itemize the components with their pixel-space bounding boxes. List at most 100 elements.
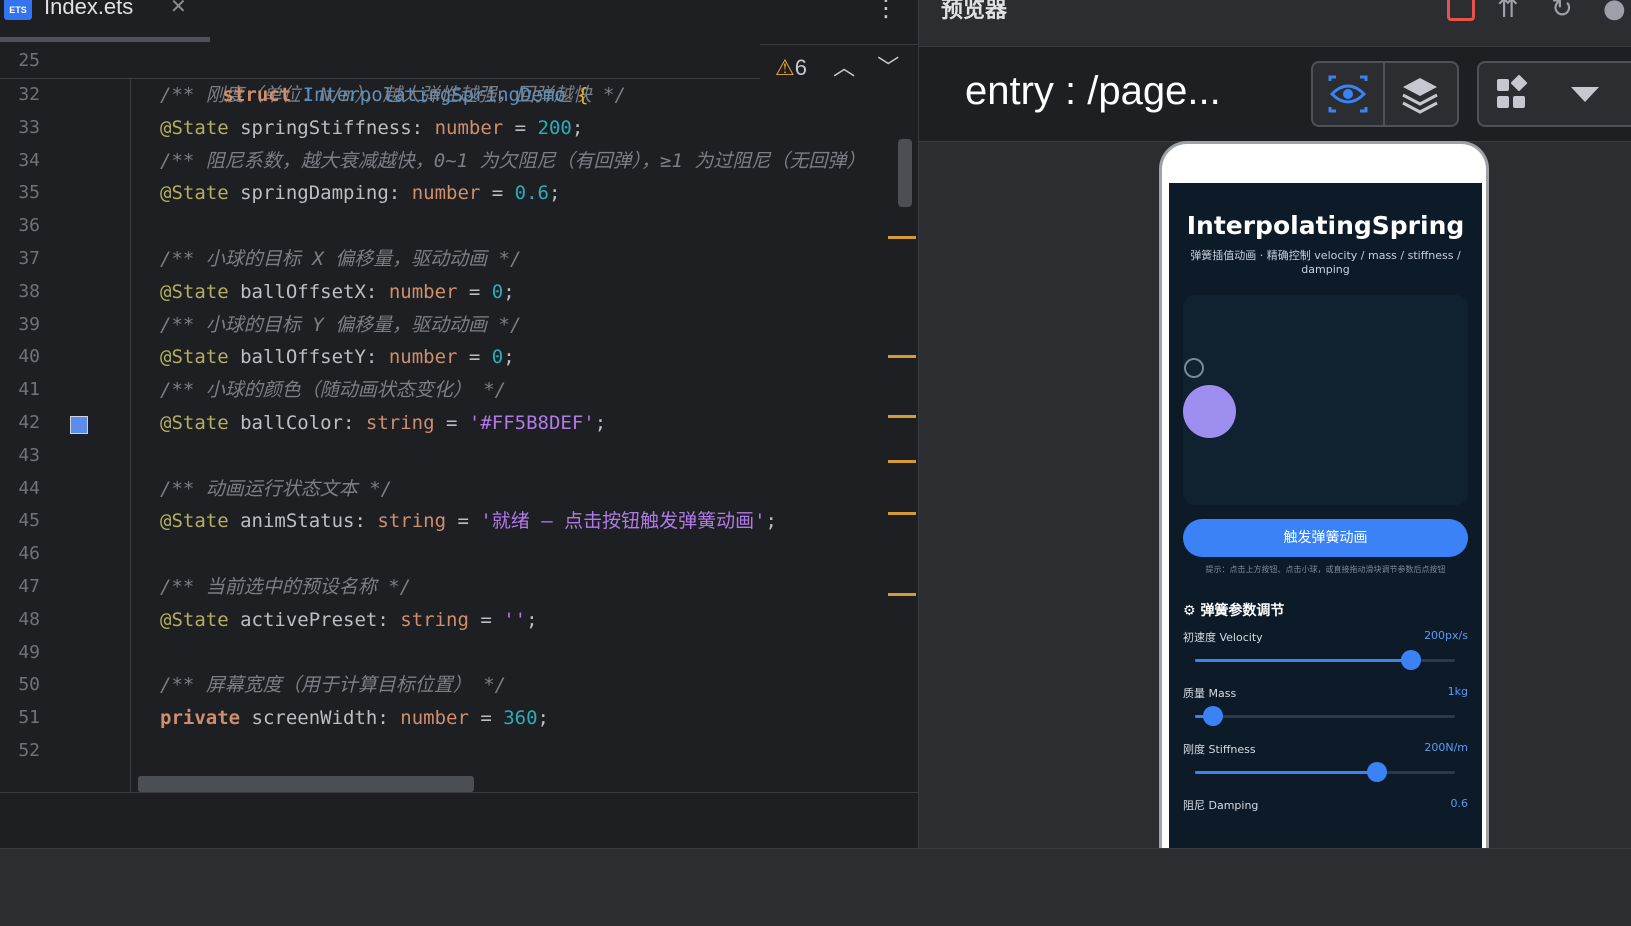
- tab-index-ets[interactable]: Index.ets: [44, 0, 133, 20]
- editor-tab-bar: ETS Index.ets ✕ ⋮: [0, 0, 918, 45]
- code-text: @State ballOffsetY: number = 0;: [160, 340, 515, 374]
- animation-stage[interactable]: [1183, 295, 1468, 505]
- error-stripe-marker[interactable]: [888, 593, 916, 596]
- code-line[interactable]: 46: [0, 537, 918, 571]
- punctuation: :: [354, 510, 378, 533]
- slider-knob[interactable]: [1367, 762, 1387, 782]
- line-number: 37: [18, 248, 40, 269]
- close-icon[interactable]: ✕: [170, 0, 187, 18]
- line-number: 52: [18, 740, 40, 761]
- stop-icon[interactable]: [1447, 0, 1475, 21]
- code-line[interactable]: 48 @State activePreset: string = '';: [0, 603, 918, 637]
- velocity-slider[interactable]: [1195, 650, 1455, 670]
- color-swatch-icon[interactable]: [70, 416, 88, 434]
- device-dropdown[interactable]: [1551, 63, 1631, 125]
- error-stripe-marker[interactable]: [888, 460, 916, 463]
- horizontal-scrollbar[interactable]: [138, 776, 474, 792]
- code-line[interactable]: 34 /** 阻尼系数，越大衰减越快，0~1 为欠阻尼（有回弹），≥1 为过阻尼（…: [0, 144, 918, 178]
- eye-inspect-button[interactable]: [1313, 63, 1385, 125]
- layers-icon: [1402, 78, 1438, 114]
- app-subtitle: 弹簧插值动画 · 精确控制 velocity / mass / stiffnes…: [1190, 249, 1461, 276]
- slider-fill: [1195, 659, 1411, 662]
- device-grid-button[interactable]: [1479, 63, 1549, 125]
- code-line[interactable]: 36: [0, 209, 918, 243]
- code-line[interactable]: 47 /** 当前选中的预设名称 */: [0, 570, 918, 604]
- line-number: 49: [18, 641, 40, 663]
- code-line[interactable]: 40 @State ballOffsetY: number = 0;: [0, 340, 918, 374]
- comment: /** 屏幕宽度（用于计算目标位置） */: [160, 674, 507, 697]
- punctuation: ;: [594, 412, 607, 434]
- code-line[interactable]: 50 /** 屏幕宽度（用于计算目标位置） */: [0, 668, 918, 702]
- pin-icon[interactable]: ⇈: [1497, 0, 1519, 24]
- punctuation: ;: [526, 608, 538, 631]
- identifier: animStatus: [228, 510, 355, 533]
- refresh-icon[interactable]: ↻: [1551, 0, 1573, 24]
- punctuation: :: [388, 182, 412, 205]
- code-line[interactable]: 41 /** 小球的颜色（随动画状态变化） */: [0, 373, 918, 407]
- trigger-spring-button[interactable]: 触发弹簧动画: [1183, 519, 1468, 557]
- warning-icon: ⚠: [775, 55, 795, 80]
- line-number: 40: [18, 346, 40, 368]
- sticky-scope-header[interactable]: 25 struct InterpolatingSpringDemo {: [0, 44, 760, 106]
- mass-value: 1kg: [1447, 685, 1468, 698]
- code-line[interactable]: 45 @State animStatus: string = '就绪 — 点击按钮…: [0, 504, 918, 538]
- code-line[interactable]: 37 /** 小球的目标 X 偏移量，驱动动画 */: [0, 242, 918, 276]
- mass-label: 质量 Mass: [1183, 687, 1237, 700]
- code-line[interactable]: 38 @State ballOffsetX: number = 0;: [0, 275, 918, 309]
- error-stripe-marker[interactable]: [888, 236, 916, 239]
- code-line[interactable]: 51 private screenWidth: number = 360;: [0, 701, 918, 735]
- more-options-icon[interactable]: ⋮: [874, 0, 898, 22]
- velocity-label: 初速度 Velocity: [1183, 631, 1263, 644]
- number-literal: 0: [491, 346, 504, 369]
- code-line[interactable]: 49: [0, 636, 918, 670]
- code-line[interactable]: 44 /** 动画运行状态文本 */: [0, 472, 918, 506]
- comment: /** 动画运行状态文本 */: [160, 477, 393, 500]
- vertical-scrollbar[interactable]: [898, 139, 912, 207]
- app-screen[interactable]: InterpolatingSpring 弹簧插值动画 · 精确控制 veloci…: [1169, 183, 1482, 850]
- code-text: /** 小球的颜色（随动画状态变化） */: [160, 373, 506, 407]
- slider-knob[interactable]: [1203, 706, 1224, 726]
- code-line[interactable]: 39 /** 小球的目标 Y 偏移量，驱动动画 */: [0, 308, 918, 342]
- identifier: ballOffsetX: [228, 280, 366, 303]
- type-name: string: [377, 510, 447, 533]
- ets-file-icon: ETS: [4, 0, 32, 20]
- location-icon[interactable]: ●: [1603, 0, 1626, 24]
- identifier: springDamping: [228, 182, 389, 205]
- code-editor[interactable]: ETS Index.ets ✕ ⋮ 32/** 刚度（单位：N/m），越大弹性越…: [0, 0, 918, 848]
- line-number: 47: [18, 576, 40, 597]
- code-text: private screenWidth: number = 360;: [160, 701, 549, 735]
- string-literal: '就绪 — 点击按钮触发弹簧动画': [480, 510, 766, 533]
- code-line[interactable]: 42 @State ballColor: string = '#FF5B8DEF'…: [0, 406, 918, 440]
- error-stripe-marker[interactable]: [888, 415, 916, 418]
- ball-origin-marker: [1184, 358, 1204, 378]
- velocity-value: 200px/s: [1424, 629, 1468, 642]
- layers-button[interactable]: [1385, 63, 1455, 125]
- page-path[interactable]: entry : /page...: [965, 69, 1221, 114]
- code-text: @State animStatus: string = '就绪 — 点击按钮触发…: [160, 504, 777, 538]
- comment: /** 小球的目标 X 偏移量，驱动动画 */: [160, 248, 522, 270]
- code-line[interactable]: 43: [0, 439, 918, 473]
- decorator: @State: [160, 280, 229, 303]
- code-area[interactable]: 32/** 刚度（单位：N/m），越大弹性越强，回弹越快 */33 @State …: [0, 44, 918, 792]
- code-text: /** 阻尼系数，越大衰减越快，0~1 为欠阻尼（有回弹），≥1 为过阻尼（无回…: [160, 144, 865, 178]
- error-stripe-marker[interactable]: [888, 512, 916, 515]
- params-header-label: 弹簧参数调节: [1200, 603, 1285, 619]
- line-number: 39: [18, 313, 40, 335]
- operator: =: [480, 182, 515, 205]
- inspection-widget[interactable]: ⚠6 ︿ ﹀: [775, 50, 899, 82]
- stiffness-slider[interactable]: [1195, 762, 1455, 782]
- slider-knob[interactable]: [1400, 650, 1421, 670]
- code-line[interactable]: 52: [0, 734, 918, 768]
- struct-name: InterpolatingSpringDemo: [302, 84, 566, 106]
- line-number: 48: [18, 608, 40, 630]
- error-stripe-marker[interactable]: [888, 355, 916, 358]
- mass-slider[interactable]: [1195, 706, 1455, 726]
- spring-ball[interactable]: [1183, 385, 1236, 438]
- code-line[interactable]: 35 @State springDamping: number = 0.6;: [0, 176, 918, 210]
- previous-highlight-icon[interactable]: ︿: [833, 55, 855, 80]
- identifier: ballColor: [228, 412, 344, 434]
- previewer-title: 预览器: [941, 0, 1008, 23]
- line-number: 41: [18, 379, 40, 401]
- next-highlight-icon[interactable]: ﹀: [877, 55, 899, 80]
- stiffness-value: 200N/m: [1424, 741, 1468, 754]
